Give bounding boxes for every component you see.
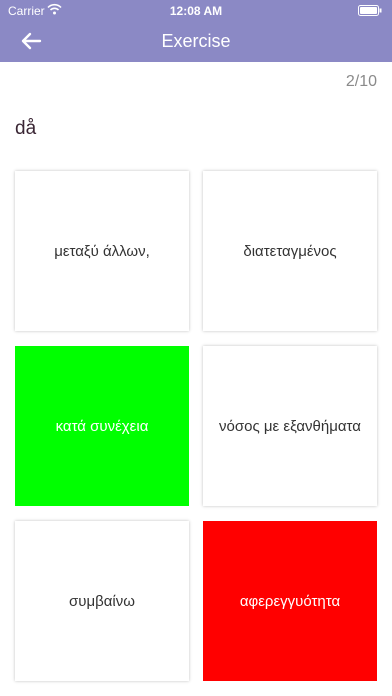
page-title: Exercise [161, 31, 231, 51]
status-bar: Carrier 12:08 AM [0, 0, 392, 20]
progress-counter: 2/10 [345, 73, 377, 90]
answer-option-label: αφερεγγυότητα [239, 592, 341, 610]
answer-option-5[interactable]: συμβαίνω [15, 521, 189, 681]
status-time: 12:08 AM [169, 4, 223, 18]
answer-option-label: διατεταγμένος [243, 242, 337, 260]
answer-option-label: μεταξύ άλλων, [54, 242, 150, 260]
battery-icon [358, 5, 382, 16]
question-word: då [15, 118, 37, 139]
answer-option-label: κατά συνέχεια [55, 417, 149, 435]
answer-option-3-correct[interactable]: κατά συνέχεια [15, 346, 189, 506]
answer-option-6-wrong[interactable]: αφερεγγυότητα [203, 521, 377, 681]
answer-option-label: νόσος με εξανθήματα [219, 417, 361, 435]
nav-bar: Exercise [0, 20, 392, 62]
answer-option-2[interactable]: διατεταγμένος [203, 171, 377, 331]
answer-option-label: συμβαίνω [69, 592, 135, 610]
answer-option-4[interactable]: νόσος με εξανθήματα [203, 346, 377, 506]
answer-option-1[interactable]: μεταξύ άλλων, [15, 171, 189, 331]
